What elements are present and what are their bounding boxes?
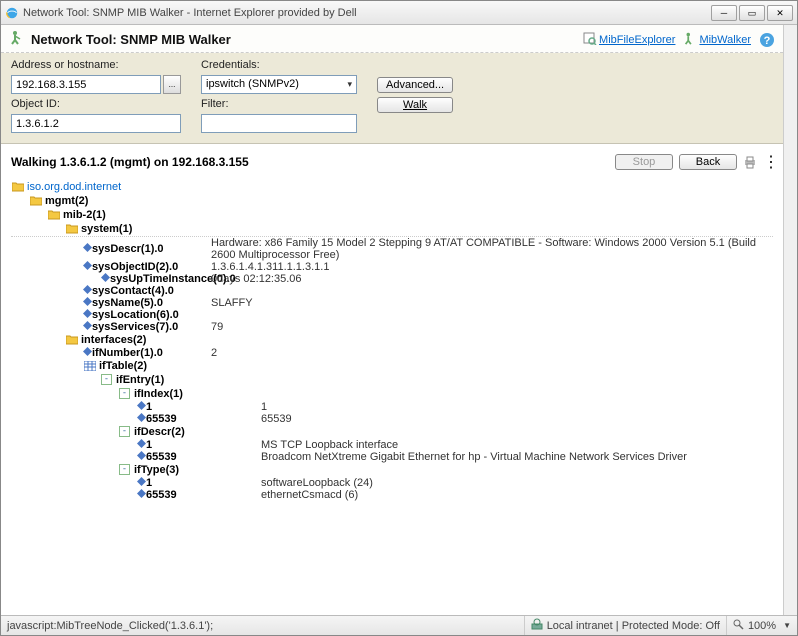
tree-ifindex[interactable]: - ifIndex(1) xyxy=(11,387,773,401)
leaf-icon xyxy=(83,243,92,255)
tree-iftype[interactable]: - ifType(3) xyxy=(11,463,773,477)
tree-root[interactable]: iso.org.dod.internet xyxy=(11,180,773,194)
close-button[interactable]: ✕ xyxy=(767,5,793,21)
leaf-icon xyxy=(137,489,146,501)
drag-handle-icon: ⋮⋮ xyxy=(763,152,773,172)
leaf-icon xyxy=(83,285,92,297)
help-icon[interactable]: ? xyxy=(759,32,775,48)
tree-row[interactable]: 65539 Broadcom NetXtreme Gigabit Etherne… xyxy=(11,451,773,463)
print-icon[interactable] xyxy=(743,155,757,169)
folder-icon xyxy=(47,209,61,221)
leaf-icon xyxy=(83,261,92,273)
status-zone: Local intranet | Protected Mode: Off xyxy=(525,616,727,635)
minimize-button[interactable]: ─ xyxy=(711,5,737,21)
statusbar: javascript:MibTreeNode_Clicked('1.3.6.1'… xyxy=(1,615,797,635)
leaf-icon xyxy=(83,347,92,359)
vertical-scrollbar[interactable] xyxy=(783,25,797,615)
address-label: Address or hostname: xyxy=(11,59,181,71)
advanced-button[interactable]: Advanced... xyxy=(377,77,453,93)
maximize-button[interactable]: ▭ xyxy=(739,5,765,21)
leaf-icon xyxy=(137,401,146,413)
leaf-icon xyxy=(137,451,146,463)
tree-row[interactable]: 65539 65539 xyxy=(11,413,773,425)
status-zoom[interactable]: 100% ▼ xyxy=(727,616,797,635)
collapse-icon[interactable]: - xyxy=(119,426,130,437)
leaf-icon xyxy=(83,297,92,309)
tree-row[interactable]: ifNumber(1).0 2 xyxy=(11,347,773,359)
credentials-select[interactable]: ipswitch (SNMPv2) xyxy=(201,75,357,94)
walking-status: Walking 1.3.6.1.2 (mgmt) on 192.168.3.15… xyxy=(11,155,249,169)
objectid-input[interactable] xyxy=(11,114,181,133)
walking-bar: Walking 1.3.6.1.2 (mgmt) on 192.168.3.15… xyxy=(1,144,783,176)
mibfile-icon xyxy=(583,31,597,48)
address-browse-button[interactable]: ... xyxy=(163,75,181,94)
collapse-icon[interactable]: - xyxy=(119,464,130,475)
app-header: Network Tool: SNMP MIB Walker MibFileExp… xyxy=(1,25,783,53)
zone-icon xyxy=(531,618,543,633)
mibwalker-link[interactable]: MibWalker xyxy=(699,34,751,46)
tree-mgmt[interactable]: mgmt(2) xyxy=(11,194,773,208)
leaf-icon xyxy=(83,321,92,333)
tree-mib2[interactable]: mib-2(1) xyxy=(11,208,773,222)
folder-icon xyxy=(11,181,25,193)
app-title: Network Tool: SNMP MIB Walker xyxy=(31,32,231,47)
collapse-icon[interactable]: - xyxy=(119,388,130,399)
tree-row[interactable]: 1 1 xyxy=(11,401,773,413)
walk-button[interactable]: Walk xyxy=(377,97,453,113)
collapse-icon[interactable]: - xyxy=(101,374,112,385)
tree-row[interactable]: sysContact(4).0 xyxy=(11,285,773,297)
leaf-icon xyxy=(101,273,110,285)
back-button[interactable]: Back xyxy=(679,154,737,170)
filter-label: Filter: xyxy=(201,98,357,110)
address-input[interactable] xyxy=(11,75,161,94)
credentials-label: Credentials: xyxy=(201,59,357,71)
folder-icon xyxy=(65,334,79,346)
tree-row[interactable]: sysName(5).0 SLAFFY xyxy=(11,297,773,309)
tree-row[interactable]: sysUpTimeInstance(0).0 0days 02:12:35.06 xyxy=(11,273,773,285)
tree-ifentry[interactable]: - ifEntry(1) xyxy=(11,373,773,387)
svg-text:?: ? xyxy=(764,35,771,47)
walker-icon xyxy=(9,29,25,50)
status-js: javascript:MibTreeNode_Clicked('1.3.6.1'… xyxy=(1,616,525,635)
mibfileexplorer-link[interactable]: MibFileExplorer xyxy=(599,34,675,46)
stop-button[interactable]: Stop xyxy=(615,154,673,170)
leaf-icon xyxy=(137,439,146,451)
tree-row[interactable]: 1 MS TCP Loopback interface xyxy=(11,439,773,451)
ie-icon xyxy=(5,6,19,20)
mibwalker-link-icon xyxy=(683,31,697,48)
tree-system[interactable]: system(1) xyxy=(11,222,773,236)
window-title: Network Tool: SNMP MIB Walker - Internet… xyxy=(23,7,711,19)
tree-interfaces[interactable]: interfaces(2) xyxy=(11,333,773,347)
tree-ifdescr[interactable]: - ifDescr(2) xyxy=(11,425,773,439)
window-titlebar: Network Tool: SNMP MIB Walker - Internet… xyxy=(1,1,797,25)
tree-iftable[interactable]: ifTable(2) xyxy=(11,359,773,373)
tree-row[interactable]: 65539 ethernetCsmacd (6) xyxy=(11,489,773,501)
leaf-icon xyxy=(137,477,146,489)
leaf-icon xyxy=(83,309,92,321)
tree-row[interactable]: sysDescr(1).0 Hardware: x86 Family 15 Mo… xyxy=(11,237,773,261)
folder-icon xyxy=(29,195,43,207)
zoom-icon xyxy=(733,619,744,633)
tree-row[interactable]: 1 softwareLoopback (24) xyxy=(11,477,773,489)
tree-row[interactable]: sysObjectID(2).0 1.3.6.1.4.1.311.1.1.3.1… xyxy=(11,261,773,273)
tree-row[interactable]: sysServices(7).0 79 xyxy=(11,321,773,333)
query-form: Address or hostname: ... Object ID: Cred… xyxy=(1,53,783,144)
tree-row[interactable]: sysLocation(6).0 xyxy=(11,309,773,321)
mib-tree[interactable]: iso.org.dod.internet mgmt(2) mib-2(1) sy… xyxy=(1,176,783,615)
objectid-label: Object ID: xyxy=(11,98,181,110)
filter-input[interactable] xyxy=(201,114,357,133)
leaf-icon xyxy=(137,413,146,425)
table-icon xyxy=(83,360,97,372)
folder-icon xyxy=(65,223,79,235)
